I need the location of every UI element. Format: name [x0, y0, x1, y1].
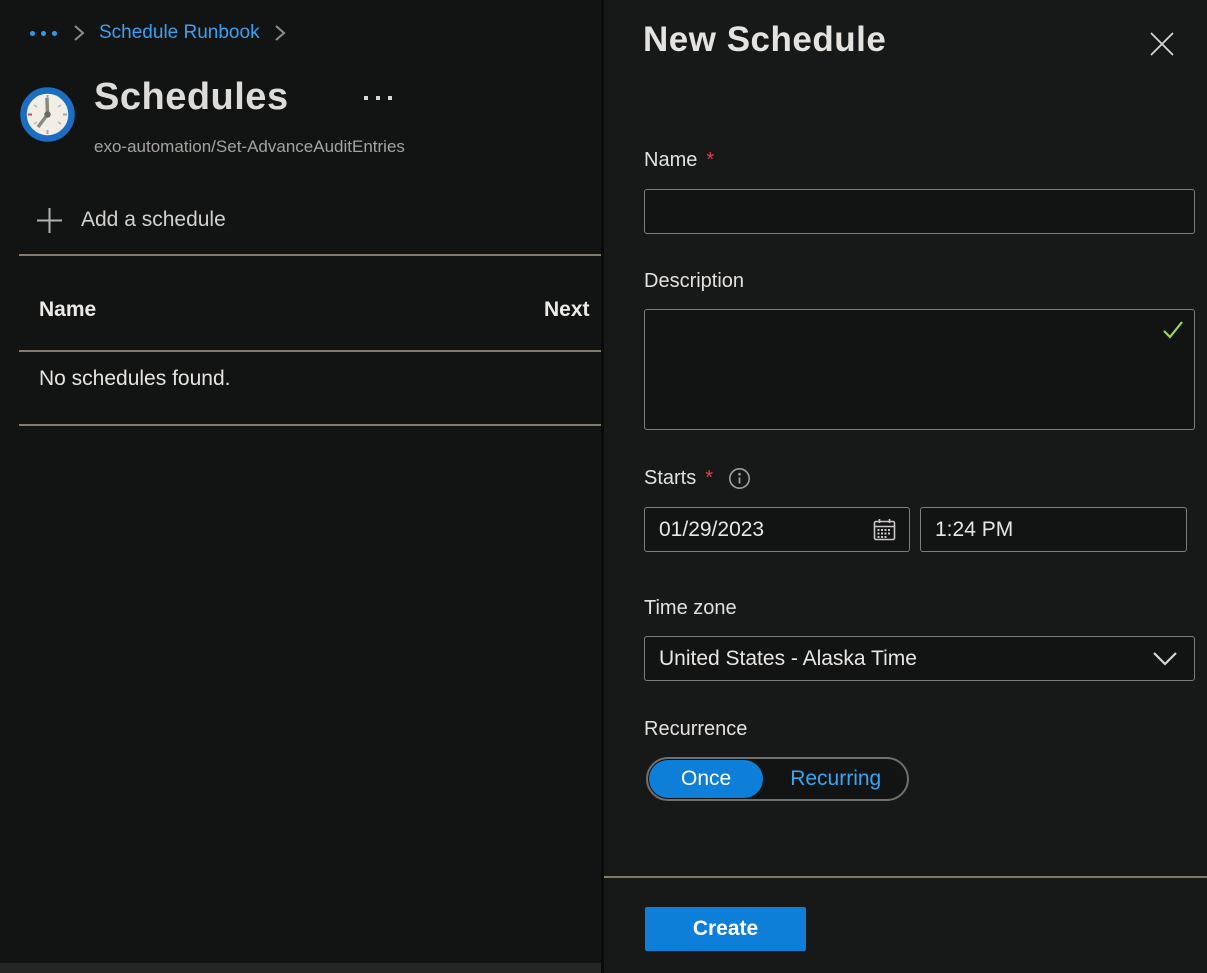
chevron-right-icon [73, 24, 85, 42]
calendar-icon[interactable] [872, 517, 909, 542]
timezone-selected-value: United States - Alaska Time [645, 647, 917, 671]
starts-label-text: Starts [644, 467, 696, 490]
page-subtitle: exo-automation/Set-AdvanceAuditEntries [94, 137, 405, 157]
plus-icon [36, 207, 63, 234]
page-title: Schedules [94, 76, 289, 119]
timezone-label-text: Time zone [644, 597, 737, 620]
start-time-input[interactable] [921, 508, 1186, 551]
start-time-input-box [920, 507, 1187, 552]
panel-title: New Schedule [643, 20, 886, 60]
horizontal-scrollbar[interactable] [0, 963, 601, 973]
timezone-dropdown[interactable]: United States - Alaska Time [644, 636, 1195, 681]
description-input-box [644, 309, 1195, 430]
name-input-box [644, 189, 1195, 234]
name-label-text: Name [644, 149, 697, 172]
create-button[interactable]: Create [645, 907, 806, 951]
more-menu-icon[interactable] [362, 90, 394, 106]
breadcrumb-ellipsis-icon[interactable] [28, 25, 59, 42]
footer-divider [604, 876, 1207, 878]
start-date-input-box [644, 507, 910, 552]
name-input[interactable] [645, 190, 1194, 233]
timezone-field-label: Time zone [644, 597, 737, 620]
schedule-runbook-page: Schedule Runbook Schedule [0, 0, 1207, 973]
schedules-list-panel: Schedule Runbook Schedule [0, 0, 601, 973]
required-marker: * [705, 467, 713, 490]
start-date-input[interactable] [645, 508, 872, 551]
recurrence-option-once[interactable]: Once [649, 760, 763, 798]
breadcrumb-link-schedule-runbook[interactable]: Schedule Runbook [99, 22, 260, 44]
valid-check-icon [1162, 320, 1184, 345]
close-icon[interactable] [1144, 26, 1180, 62]
description-textarea[interactable] [645, 310, 1194, 429]
name-field-label: Name * [644, 149, 714, 172]
recurrence-field-label: Recurrence [644, 718, 747, 741]
add-schedule-label: Add a schedule [81, 208, 226, 232]
column-header-name[interactable]: Name [39, 298, 96, 322]
description-label-text: Description [644, 270, 744, 293]
column-header-next[interactable]: Next [544, 298, 590, 322]
recurrence-toggle: Once Recurring [646, 757, 909, 801]
recurrence-label-text: Recurrence [644, 718, 747, 741]
schedules-clock-icon [20, 87, 75, 147]
info-icon[interactable] [728, 467, 751, 490]
chevron-right-icon [274, 24, 286, 42]
starts-field-label: Starts * [644, 467, 751, 490]
divider [19, 350, 602, 352]
breadcrumb: Schedule Runbook [28, 18, 286, 48]
divider [19, 254, 602, 256]
chevron-down-icon [1152, 651, 1194, 667]
new-schedule-panel: New Schedule Name * Description Starts * [601, 0, 1207, 973]
empty-table-message: No schedules found. [39, 367, 230, 391]
required-marker: * [706, 149, 714, 172]
description-field-label: Description [644, 270, 744, 293]
recurrence-option-recurring[interactable]: Recurring [764, 760, 907, 798]
add-schedule-button[interactable]: Add a schedule [36, 201, 226, 239]
divider [19, 424, 602, 426]
